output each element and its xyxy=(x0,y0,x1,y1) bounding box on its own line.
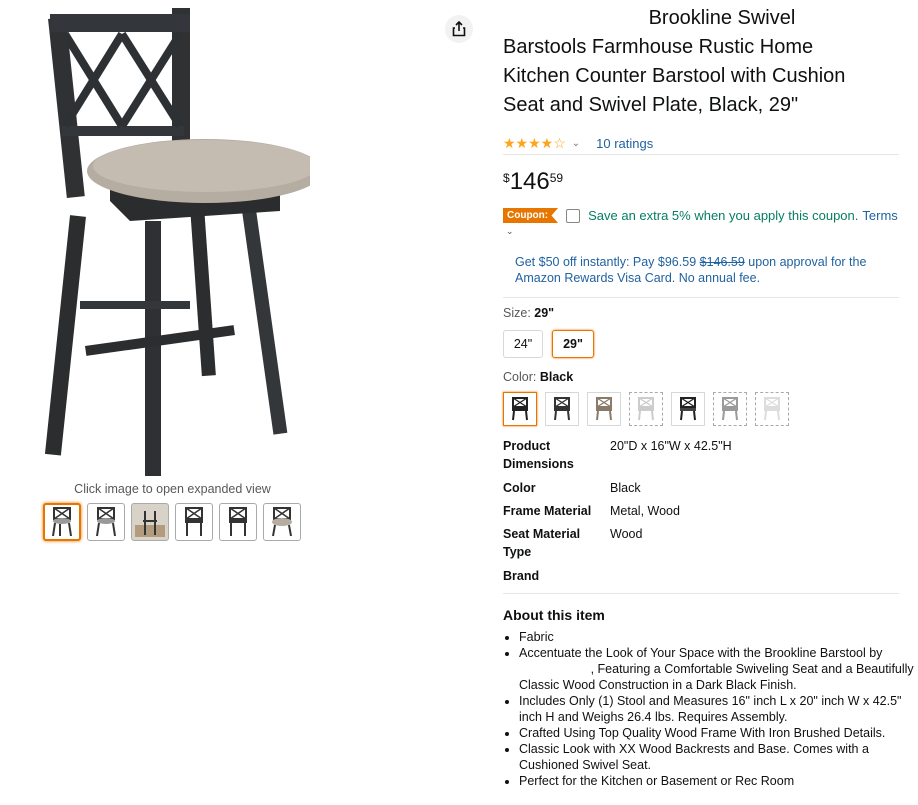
coupon-badge: Coupon: xyxy=(503,208,559,223)
spec-value-dimensions: 20"D x 16"W x 42.5"H xyxy=(610,439,732,453)
coupon-text: Save an extra 5% when you apply this cou… xyxy=(588,208,859,223)
spec-key-dimensions: Product Dimensions xyxy=(503,439,574,471)
price-symbol: $ xyxy=(503,171,510,185)
swatch-gray[interactable] xyxy=(713,392,747,426)
size-option-29[interactable]: 29" xyxy=(552,330,594,358)
color-label: Color: Black xyxy=(503,370,574,384)
bullet-item: Classic Look with XX Wood Backrests and … xyxy=(519,741,918,773)
title-line-1: Brookline Swivel xyxy=(648,7,796,29)
swatch-brown[interactable] xyxy=(587,392,621,426)
price: $ 146 59 xyxy=(503,168,903,196)
ratings-count-link[interactable]: 10 ratings xyxy=(596,136,653,151)
store-link[interactable] xyxy=(503,119,903,129)
spec-key-seat: Seat Material Type xyxy=(503,527,581,559)
expand-hint: Click image to open expanded view xyxy=(74,482,271,496)
divider xyxy=(503,593,899,594)
swatch-black-2[interactable] xyxy=(671,392,705,426)
swatch-black[interactable] xyxy=(503,392,537,426)
about-title: About this item xyxy=(503,607,605,623)
size-label: Size: 29" xyxy=(503,306,555,320)
swatch-dark[interactable] xyxy=(545,392,579,426)
price-whole: 146 xyxy=(509,168,550,195)
thumbnail-4[interactable] xyxy=(175,503,213,541)
coupon-checkbox[interactable] xyxy=(566,208,581,223)
title-line-2: Barstools Farmhouse Rustic Home xyxy=(503,36,814,58)
about-bullets: Fabric Accentuate the Look of Your Space… xyxy=(503,629,918,789)
bullet-item: Fabric xyxy=(519,629,918,645)
size-option-24[interactable]: 24" xyxy=(503,330,543,358)
thumbnail-5[interactable] xyxy=(219,503,257,541)
share-button[interactable] xyxy=(445,15,473,43)
divider xyxy=(503,297,899,298)
spec-value-frame: Metal, Wood xyxy=(610,504,680,518)
thumbnail-1[interactable] xyxy=(43,503,81,541)
thumbnail-3[interactable] xyxy=(131,503,169,541)
color-swatches xyxy=(503,392,789,426)
spec-key-color: Color xyxy=(503,481,536,495)
redacted-brand xyxy=(503,12,643,24)
rating-row: ★★★★☆ ⌄ 10 ratings xyxy=(503,135,903,152)
title-line-3: Kitchen Counter Barstool with Cushion xyxy=(503,65,846,87)
price-fraction: 59 xyxy=(549,171,564,185)
visa-offer-text: Get $50 off instantly: Pay $96.59 xyxy=(515,255,697,269)
bullet-item: Perfect for the Kitchen or Basement or R… xyxy=(519,773,918,789)
swatch-white[interactable] xyxy=(629,392,663,426)
chevron-down-icon[interactable]: ⌄ xyxy=(506,226,514,237)
chevron-down-icon[interactable]: ⌄ xyxy=(572,138,580,149)
bullet-item: Accentuate the Look of Your Space with t… xyxy=(519,645,918,693)
spec-key-brand: Brand xyxy=(503,569,540,583)
coupon-row: Coupon: Save an extra 5% when you apply … xyxy=(503,208,913,223)
share-icon xyxy=(452,21,466,37)
title-line-4: Seat and Swivel Plate, Black, 29" xyxy=(503,94,799,116)
main-product-image[interactable] xyxy=(40,6,323,476)
color-selected: Black xyxy=(539,370,574,384)
divider xyxy=(503,154,899,155)
bullet-item: Crafted Using Top Quality Wood Frame Wit… xyxy=(519,725,918,741)
thumbnail-2[interactable] xyxy=(87,503,125,541)
star-rating-icon[interactable]: ★★★★☆ xyxy=(503,135,566,152)
spec-key-frame: Frame Material xyxy=(503,504,592,518)
spec-value-seat: Wood xyxy=(610,527,643,541)
thumbnail-strip xyxy=(43,503,301,541)
redacted-brand xyxy=(519,662,591,676)
visa-offer[interactable]: Get $50 off instantly: Pay $96.59 $146.5… xyxy=(515,254,895,286)
product-title: Brookline Swivel Barstools Farmhouse Rus… xyxy=(503,4,903,120)
thumbnail-6[interactable] xyxy=(263,503,301,541)
size-selected: 29" xyxy=(534,306,555,320)
spec-value-color: Black xyxy=(610,481,641,495)
visa-strike-price: $146.59 xyxy=(699,255,745,269)
bullet-item: Includes Only (1) Stool and Measures 16"… xyxy=(519,693,918,725)
swatch-white-2[interactable] xyxy=(755,392,789,426)
coupon-terms-link[interactable]: Terms xyxy=(862,208,897,223)
